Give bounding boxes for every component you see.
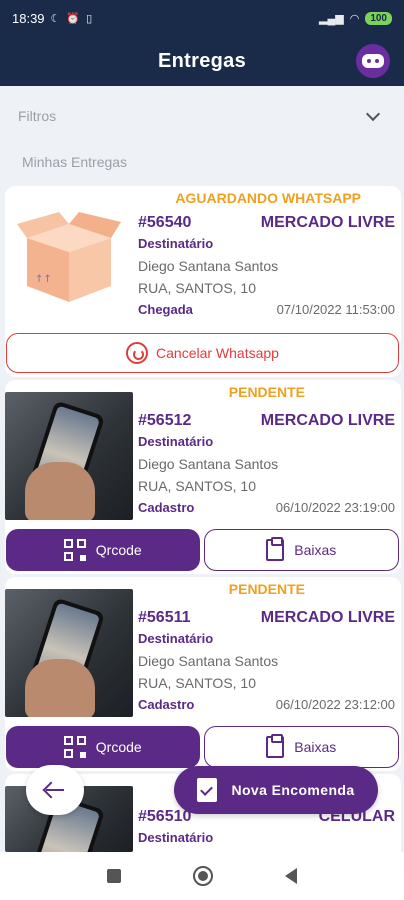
date-label: Cadastro — [138, 697, 195, 712]
signal-icon: ▂▄▆ — [318, 12, 344, 25]
whatsapp-icon — [126, 342, 149, 364]
delivery-card[interactable]: AGUARDANDO WHATSAPP ↑↑ #56540 MERCADO LI… — [5, 186, 401, 377]
alarm-icon: ⏰ — [66, 12, 81, 25]
date-label: Cadastro — [138, 500, 195, 515]
clipboard-icon — [266, 734, 285, 758]
date-value: 07/10/2022 11:53:00 — [276, 302, 395, 317]
delivery-info: #56511 MERCADO LIVRE Destinatário Diego … — [138, 609, 395, 719]
delivery-info: #56512 MERCADO LIVRE Destinatário Diego … — [138, 412, 395, 522]
app-bar: Entregas — [0, 36, 404, 86]
package-photo — [5, 589, 133, 717]
delivery-id: #56512 — [138, 412, 192, 429]
package-icon: ↑↑ — [17, 212, 121, 302]
date-label: Chegada — [138, 302, 193, 317]
address: RUA, SANTOS, 10 — [138, 478, 257, 494]
recipient-label: Destinatário — [138, 236, 214, 251]
arrow-left-icon — [46, 789, 64, 791]
status-badge: AGUARDANDO WHATSAPP — [175, 190, 361, 206]
moon-icon: ☾ — [50, 12, 61, 25]
cancel-whatsapp-button[interactable]: Cancelar Whatsapp — [6, 333, 399, 373]
recipient-name: Diego Santana Santos — [138, 456, 279, 472]
page-title: Entregas — [158, 49, 246, 72]
back-button[interactable] — [26, 765, 84, 815]
recents-icon[interactable] — [107, 869, 121, 883]
recipient-label: Destinatário — [138, 631, 214, 646]
card-actions: Qrcode Baixas — [6, 726, 399, 768]
delivery-carrier: MERCADO LIVRE — [260, 412, 395, 429]
qrcode-button[interactable]: Qrcode — [6, 529, 200, 571]
delivery-id: #56540 — [138, 214, 192, 231]
battery-icon: 100 — [365, 11, 392, 25]
recipient-label: Destinatário — [138, 830, 214, 845]
new-delivery-label: Nova Encomenda — [231, 782, 355, 798]
delivery-card[interactable]: PENDENTE #56511 MERCADO LIVRE Destinatár… — [5, 577, 401, 771]
section-title: Minhas Entregas — [22, 154, 128, 170]
notification-icon: ▯ — [86, 12, 93, 25]
address: RUA, SANTOS, 10 — [138, 280, 257, 296]
back-icon[interactable] — [285, 868, 297, 884]
system-nav-bar — [0, 852, 404, 900]
delivery-carrier: MERCADO LIVRE — [260, 214, 395, 231]
home-icon[interactable] — [193, 866, 213, 886]
qrcode-icon — [63, 736, 86, 758]
filters-toggle[interactable]: Filtros — [0, 96, 404, 136]
bot-icon — [362, 54, 384, 68]
delivery-info: #56540 MERCADO LIVRE Destinatário Diego … — [138, 214, 395, 324]
chevron-down-icon — [365, 106, 381, 122]
status-bar: 18:39 ☾ ⏰ ▯ ▂▄▆ ◠ 100 — [0, 0, 404, 36]
baixas-button[interactable]: Baixas — [203, 529, 399, 571]
recipient-name: Diego Santana Santos — [138, 258, 279, 274]
delivery-carrier: MERCADO LIVRE — [260, 609, 395, 626]
svg-text:↑↑: ↑↑ — [35, 274, 52, 285]
cancel-whatsapp-label: Cancelar Whatsapp — [156, 345, 279, 361]
filters-label: Filtros — [18, 108, 57, 124]
qrcode-icon — [63, 539, 86, 561]
recipient-label: Destinatário — [138, 434, 214, 449]
delivery-id: #56510 — [138, 808, 192, 825]
date-value: 06/10/2022 23:19:00 — [275, 500, 395, 515]
status-time: 18:39 — [12, 10, 45, 26]
delivery-id: #56511 — [138, 609, 191, 626]
baixas-label: Baixas — [294, 739, 337, 755]
card-actions: Qrcode Baixas — [6, 529, 399, 571]
date-value: 06/10/2022 23:12:00 — [275, 697, 395, 712]
clipboard-icon — [266, 537, 285, 561]
recipient-name: Diego Santana Santos — [138, 653, 279, 669]
assistant-bot-button[interactable] — [356, 44, 390, 78]
new-delivery-button[interactable]: Nova Encomenda — [174, 766, 378, 814]
clipboard-check-icon — [197, 778, 218, 802]
delivery-card[interactable]: PENDENTE #56512 MERCADO LIVRE Destinatár… — [5, 380, 401, 574]
qrcode-label: Qrcode — [95, 739, 142, 755]
wifi-icon: ◠ — [349, 12, 360, 25]
delivery-info: #56510 CELULAR Destinatário — [138, 808, 395, 852]
package-photo — [5, 392, 133, 520]
address: RUA, SANTOS, 10 — [138, 675, 257, 691]
qrcode-button[interactable]: Qrcode — [6, 726, 200, 768]
baixas-button[interactable]: Baixas — [203, 726, 399, 768]
baixas-label: Baixas — [294, 542, 337, 558]
qrcode-label: Qrcode — [95, 542, 142, 558]
